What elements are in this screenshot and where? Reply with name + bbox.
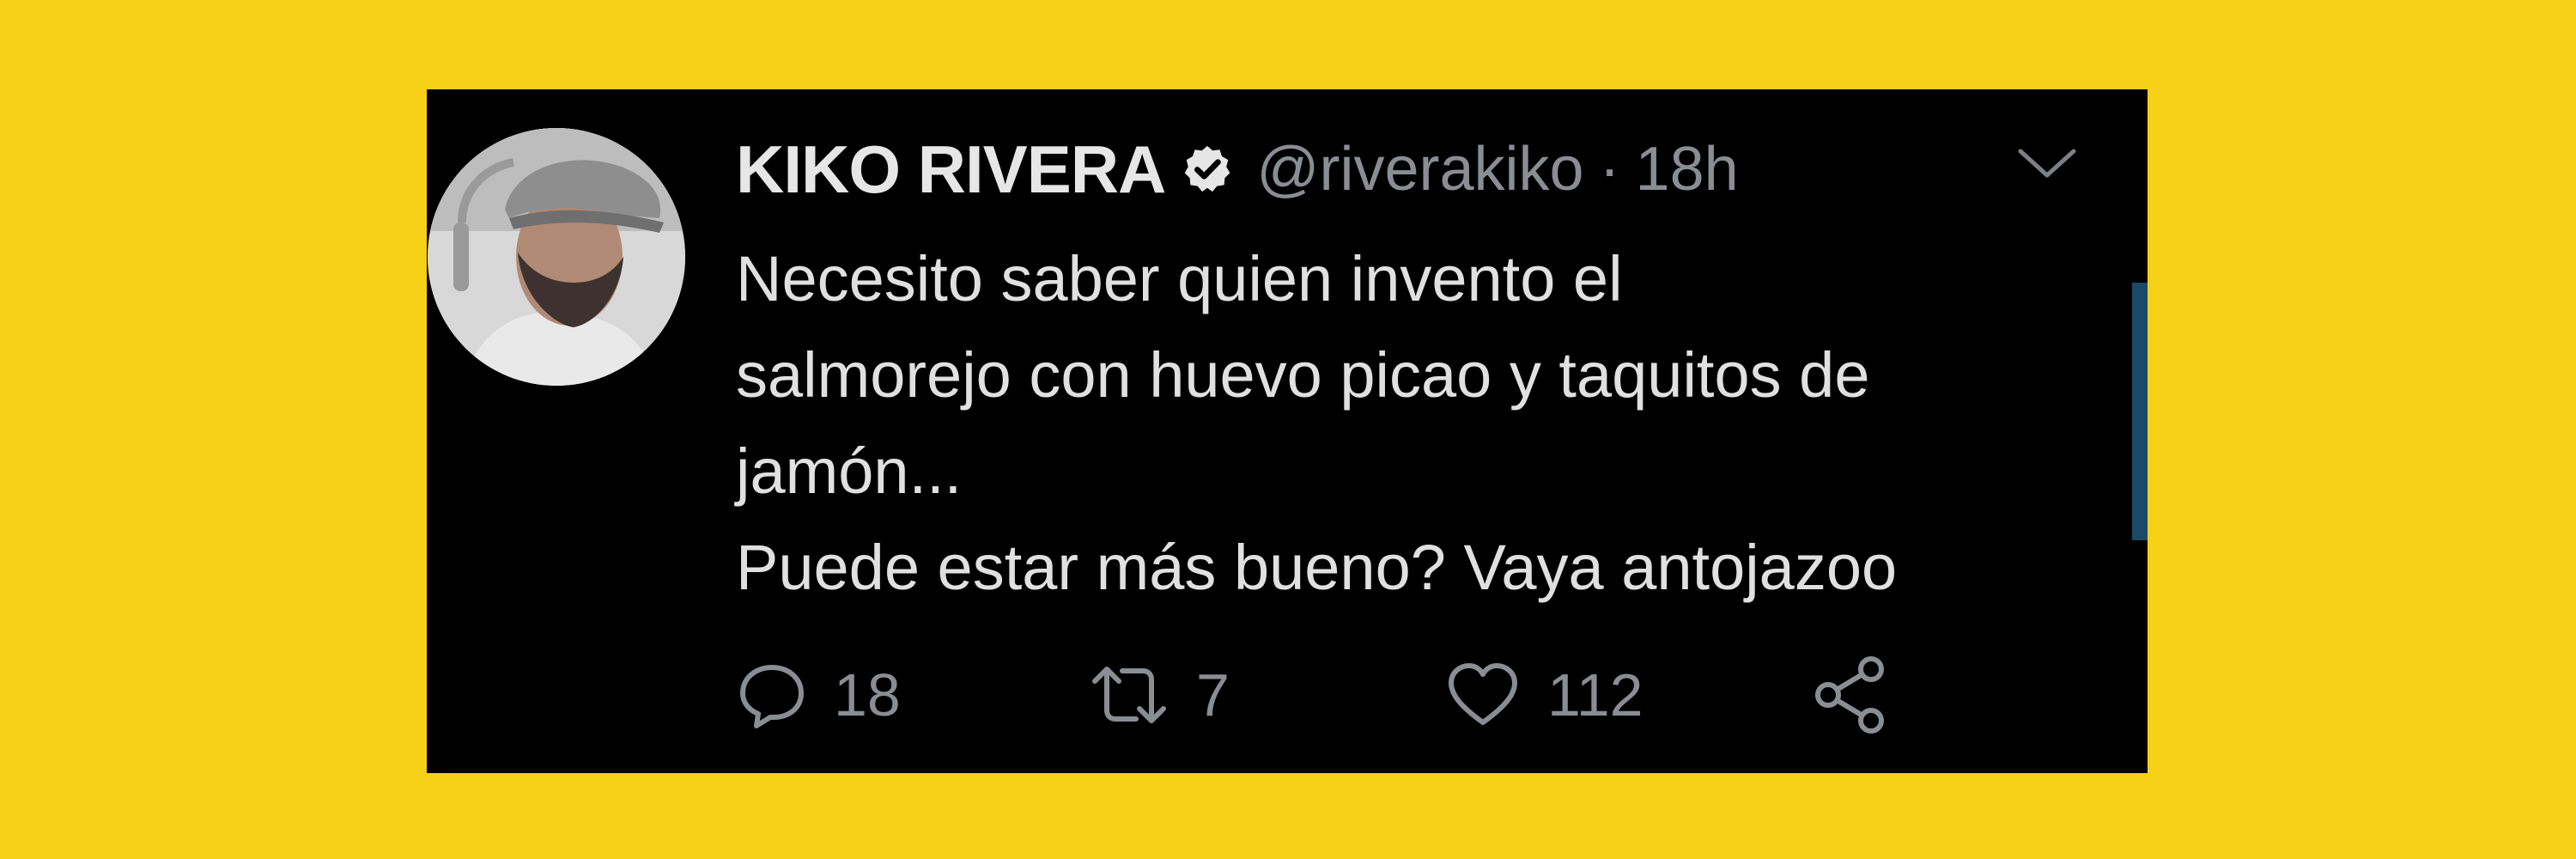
user-handle[interactable]: @riverakiko <box>1256 134 1583 204</box>
share-button[interactable] <box>1809 643 1892 746</box>
tweet-actions: 18 7 112 <box>736 643 1884 746</box>
tweet-text-line: Necesito saber quien invento el <box>736 243 1623 314</box>
like-count: 112 <box>1547 661 1643 728</box>
page-background: KIKO RIVERA @riverakiko · 18h Necesito s… <box>0 0 2576 859</box>
retweet-button[interactable]: 7 <box>1088 643 1230 746</box>
separator-dot: · <box>1599 135 1620 204</box>
heart-icon <box>1449 663 1517 725</box>
scroll-indicator[interactable] <box>2132 283 2148 540</box>
reply-icon <box>740 665 804 728</box>
tweet-text-line: salmorejo con huevo picao y taquitos de <box>736 339 1870 411</box>
avatar-image <box>428 128 685 386</box>
share-icon <box>1815 656 1884 734</box>
reply-count: 18 <box>834 661 901 728</box>
display-name[interactable]: KIKO RIVERA <box>736 131 1166 209</box>
tweet-text-line: Puede estar más bueno? Vaya antojazoo <box>736 532 1898 603</box>
avatar[interactable] <box>428 128 685 386</box>
like-button[interactable]: 112 <box>1444 643 1643 746</box>
retweet-count: 7 <box>1196 661 1230 728</box>
chevron-down-icon[interactable] <box>2015 146 2079 180</box>
tweet-text: Necesito saber quien invento el salmorej… <box>736 231 2075 616</box>
tweet-header: KIKO RIVERA @riverakiko · 18h <box>736 122 1739 216</box>
tweet-timestamp[interactable]: 18h <box>1636 134 1739 204</box>
tweet-text-line: jamón... <box>736 436 963 507</box>
verified-badge-icon <box>1181 143 1234 196</box>
reply-button[interactable]: 18 <box>736 643 901 746</box>
retweet-icon <box>1092 667 1166 723</box>
tweet-card[interactable]: KIKO RIVERA @riverakiko · 18h Necesito s… <box>427 89 2148 773</box>
